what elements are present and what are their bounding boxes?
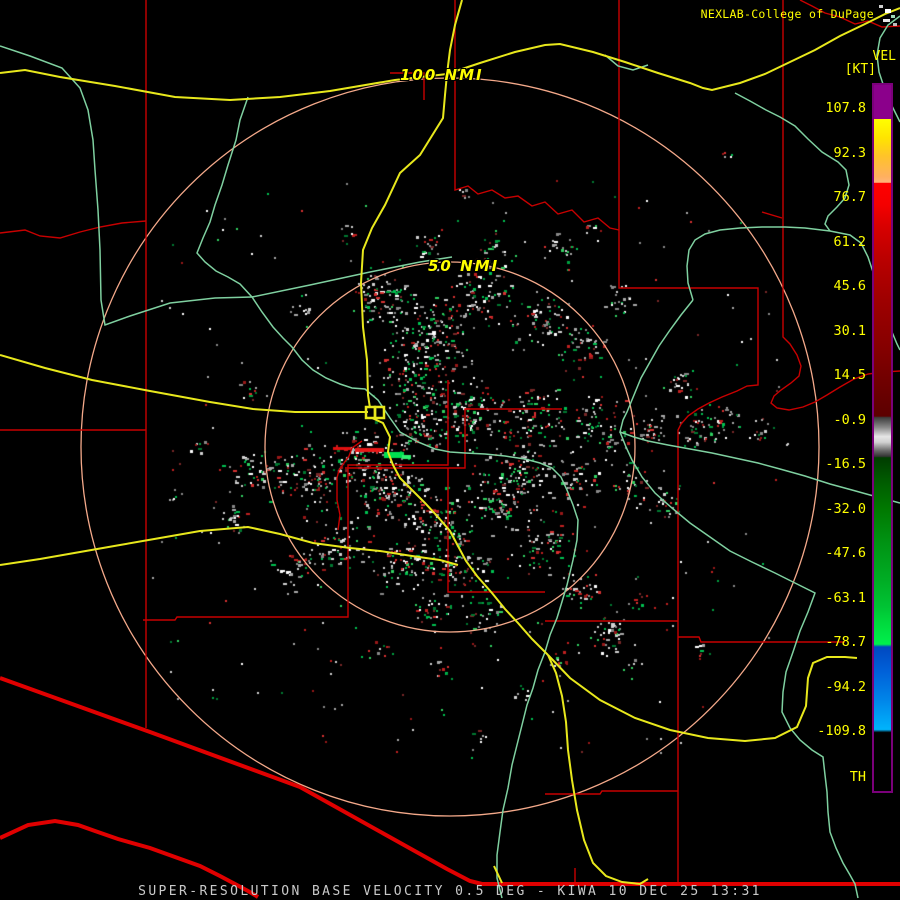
- colorbar-tick: 107.8: [825, 100, 866, 116]
- range-ring-label-100nmi: 100 NMI: [400, 66, 484, 84]
- range-ring-50nmi: [264, 261, 636, 633]
- colorbar-tick: -16.5: [825, 456, 866, 472]
- product-status-text: SUPER-RESOLUTION BASE VELOCITY 0.5 DEG -…: [138, 884, 762, 899]
- yellow-highways: [0, 0, 900, 886]
- county-boundaries: [0, 0, 900, 884]
- state-border-line: [0, 676, 900, 886]
- velocity-color-gradient: [874, 85, 891, 791]
- colorbar-tick: 30.1: [833, 322, 866, 339]
- county-boundary: [336, 440, 363, 531]
- colorbar-tick: -47.6: [825, 545, 866, 561]
- county-boundary: [454, 0, 620, 231]
- highway-teal: [251, 256, 453, 298]
- colorbar-tick: 14.5: [833, 367, 866, 383]
- highway-yellow: [547, 654, 649, 886]
- colorbar-tick: 92.3: [833, 144, 866, 161]
- highway-yellow: [359, 0, 463, 409]
- colorbar-tick: -78.7: [825, 634, 866, 650]
- velocity-color-scale: [872, 83, 893, 793]
- county-boundary: [143, 380, 449, 621]
- colorbar-tick: -94.2: [825, 678, 866, 695]
- county-boundary: [618, 0, 759, 884]
- colorbar-tick: -0.9: [833, 411, 866, 428]
- velocity-unit-bracket: [KT]: [844, 62, 876, 77]
- highway-teal: [196, 96, 579, 899]
- county-boundary: [545, 790, 678, 795]
- radar-display: 100 NMI 50 NMI NEXLAB-College of DuPage …: [0, 0, 900, 900]
- colorbar-tick: 61.2: [833, 233, 866, 250]
- colorbar-tick: -63.1: [825, 589, 866, 606]
- county-boundary: [447, 468, 545, 593]
- county-boundary: [761, 211, 783, 219]
- map-lines-layer: [0, 0, 900, 899]
- highway-yellow: [371, 417, 549, 656]
- page-title: NEXLAB-College of DuPage: [700, 7, 874, 21]
- threshold-label: TH: [849, 769, 866, 785]
- highway-yellow: [0, 525, 459, 566]
- county-boundary: [0, 220, 147, 239]
- cod-weather-logo-icon: [877, 2, 899, 28]
- teal-highways: [0, 15, 900, 899]
- colorbar-tick: 45.6: [833, 278, 866, 294]
- colorbar-tick: -109.8: [817, 723, 866, 739]
- major-borders: [0, 676, 900, 899]
- highway-yellow: [0, 354, 368, 413]
- colorbar-tick: 76.7: [833, 189, 866, 205]
- velocity-unit-label: VEL: [872, 49, 896, 64]
- interchange-box: [373, 405, 386, 420]
- colorbar-tick: -32.0: [825, 500, 866, 517]
- range-ring-100nmi: [80, 77, 820, 817]
- range-ring-label-50nmi: 50 NMI: [428, 257, 500, 275]
